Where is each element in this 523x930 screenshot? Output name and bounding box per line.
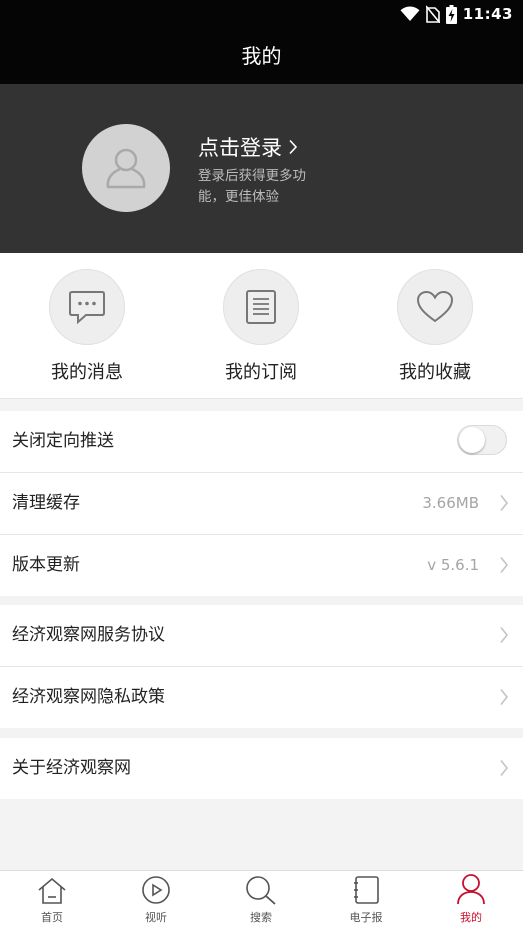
no-sim-icon bbox=[425, 5, 440, 23]
tab-media[interactable]: 视听 bbox=[104, 871, 208, 930]
play-icon bbox=[142, 876, 170, 904]
toggle-knob bbox=[459, 427, 485, 453]
cache-size: 3.66MB bbox=[422, 494, 479, 512]
chevron-right-icon bbox=[500, 689, 509, 705]
tab-epaper[interactable]: 电子报 bbox=[314, 871, 418, 930]
battery-charging-icon bbox=[445, 4, 457, 24]
login-link[interactable]: 点击登录 bbox=[198, 132, 298, 162]
version-update-label: 版本更新 bbox=[12, 555, 80, 575]
heart-icon-circle bbox=[397, 269, 473, 345]
my-favorites-button[interactable]: 我的收藏 bbox=[375, 269, 495, 384]
chevron-right-icon bbox=[500, 495, 509, 511]
clear-cache-row[interactable]: 清理缓存 3.66MB bbox=[0, 473, 523, 535]
chevron-right-icon bbox=[500, 760, 509, 776]
version-number: v 5.6.1 bbox=[427, 556, 479, 574]
privacy-policy-label: 经济观察网隐私政策 bbox=[12, 687, 165, 707]
my-subscriptions-label: 我的订阅 bbox=[225, 362, 297, 383]
tab-search[interactable]: 搜索 bbox=[209, 871, 313, 930]
title-bar: 我的 bbox=[0, 28, 523, 84]
about-label: 关于经济观察网 bbox=[12, 758, 131, 778]
version-update-row[interactable]: 版本更新 v 5.6.1 bbox=[0, 535, 523, 596]
search-icon bbox=[246, 876, 276, 905]
message-icon-circle bbox=[49, 269, 125, 345]
service-agreement-label: 经济观察网服务协议 bbox=[12, 625, 165, 645]
push-toggle[interactable] bbox=[457, 425, 507, 455]
tab-media-label: 视听 bbox=[145, 911, 167, 924]
subscription-icon bbox=[246, 290, 276, 324]
legal-group: 经济观察网服务协议 经济观察网隐私政策 bbox=[0, 605, 523, 728]
about-group: 关于经济观察网 bbox=[0, 738, 523, 799]
user-icon bbox=[457, 874, 485, 905]
my-messages-label: 我的消息 bbox=[51, 362, 123, 383]
page-title: 我的 bbox=[241, 44, 282, 68]
tab-home-label: 首页 bbox=[41, 911, 63, 924]
status-bar: 11:43 bbox=[0, 0, 523, 28]
epaper-icon bbox=[354, 876, 379, 904]
user-avatar-icon bbox=[106, 148, 146, 189]
chevron-right-icon bbox=[289, 139, 298, 155]
service-agreement-row[interactable]: 经济观察网服务协议 bbox=[0, 605, 523, 667]
wifi-icon bbox=[400, 6, 420, 22]
chevron-right-icon bbox=[500, 627, 509, 643]
push-setting-row: 关闭定向推送 bbox=[0, 411, 523, 473]
bottom-tab-bar: 首页 视听 搜索 电子报 我的 bbox=[0, 870, 523, 930]
tab-home[interactable]: 首页 bbox=[0, 871, 104, 930]
my-favorites-label: 我的收藏 bbox=[399, 362, 471, 383]
tab-mine-label: 我的 bbox=[460, 911, 482, 924]
home-icon bbox=[38, 877, 66, 904]
settings-group: 关闭定向推送 清理缓存 3.66MB 版本更新 v 5.6.1 bbox=[0, 411, 523, 596]
subscription-icon-circle bbox=[223, 269, 299, 345]
my-messages-button[interactable]: 我的消息 bbox=[27, 269, 147, 384]
status-time: 11:43 bbox=[462, 5, 513, 23]
message-icon bbox=[69, 291, 105, 325]
login-description: 登录后获得更多功能，更佳体验 bbox=[198, 168, 306, 205]
avatar[interactable] bbox=[82, 124, 170, 212]
status-icons: 11:43 bbox=[400, 4, 513, 24]
quick-actions: 我的消息 我的订阅 我的收藏 bbox=[0, 253, 523, 399]
tab-search-label: 搜索 bbox=[250, 911, 272, 924]
profile-header: 点击登录 登录后获得更多功能，更佳体验 bbox=[0, 84, 523, 253]
login-label: 点击登录 bbox=[198, 136, 282, 160]
chevron-right-icon bbox=[500, 557, 509, 573]
privacy-policy-row[interactable]: 经济观察网隐私政策 bbox=[0, 667, 523, 728]
heart-icon bbox=[416, 290, 454, 323]
about-row[interactable]: 关于经济观察网 bbox=[0, 738, 523, 799]
my-subscriptions-button[interactable]: 我的订阅 bbox=[201, 269, 321, 384]
tab-epaper-label: 电子报 bbox=[349, 911, 383, 924]
push-setting-label: 关闭定向推送 bbox=[12, 431, 114, 451]
clear-cache-label: 清理缓存 bbox=[12, 493, 80, 513]
tab-mine[interactable]: 我的 bbox=[419, 871, 523, 930]
